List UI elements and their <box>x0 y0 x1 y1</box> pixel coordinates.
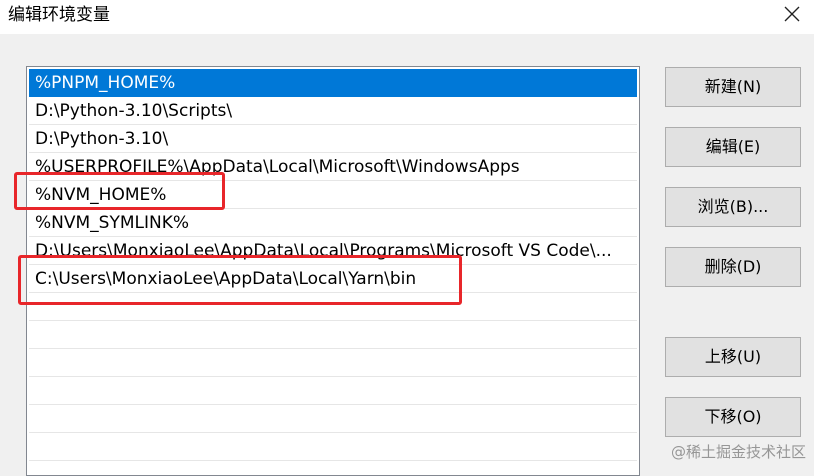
edit-button[interactable]: 编辑(E) <box>665 127 801 167</box>
list-item-empty[interactable] <box>29 405 637 433</box>
list-item-empty[interactable] <box>29 349 637 377</box>
move-up-button[interactable]: 上移(U) <box>665 337 801 377</box>
list-item-empty[interactable] <box>29 377 637 405</box>
list-item-nvm-symlink[interactable]: %NVM_SYMLINK% <box>29 209 637 237</box>
watermark: @稀土掘金技术社区 <box>670 443 806 461</box>
window-title: 编辑环境变量 <box>8 5 110 25</box>
highlight-box-nvm-home <box>14 172 225 210</box>
new-button[interactable]: 新建(N) <box>665 67 801 107</box>
title-bar: 编辑环境变量 <box>0 0 814 34</box>
close-icon <box>784 6 800 22</box>
list-item-pnpm-home[interactable]: %PNPM_HOME% <box>29 69 637 97</box>
browse-button[interactable]: 浏览(B)... <box>665 187 801 227</box>
move-down-button[interactable]: 下移(O) <box>665 397 801 437</box>
list-item-python-scripts[interactable]: D:\Python-3.10\Scripts\ <box>29 97 637 125</box>
highlight-box-yarn-bin <box>18 255 462 305</box>
list-item-python[interactable]: D:\Python-3.10\ <box>29 125 637 153</box>
delete-button[interactable]: 删除(D) <box>665 247 801 287</box>
list-item-empty[interactable] <box>29 433 637 461</box>
list-item-empty[interactable] <box>29 321 637 349</box>
close-button[interactable] <box>768 0 814 30</box>
